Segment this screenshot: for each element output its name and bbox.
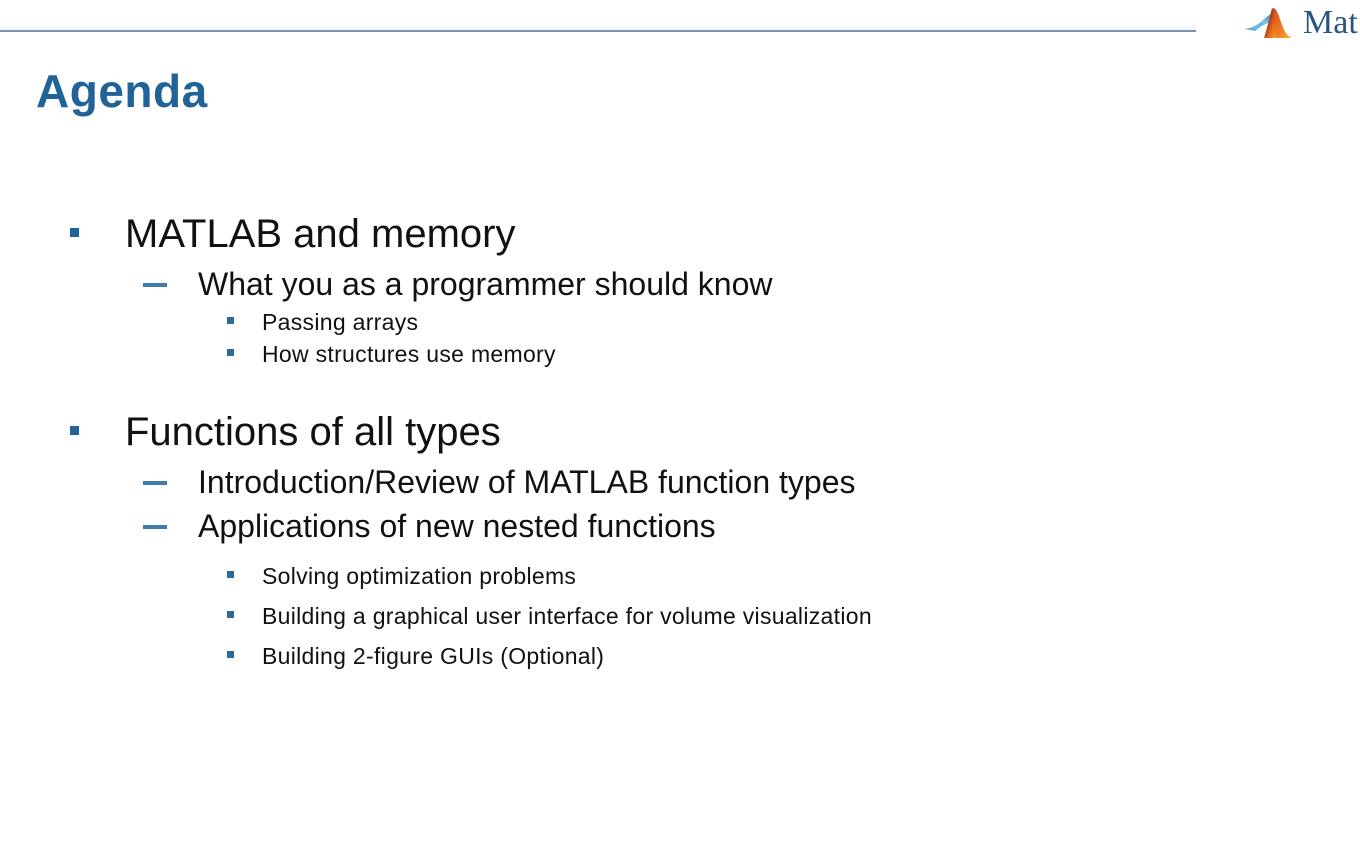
outline-level1-item: Functions of all types — [70, 404, 1360, 460]
outline-level1-label: MATLAB and memory — [125, 212, 516, 256]
outline-level1-label: Functions of all types — [125, 410, 501, 454]
outline-level2-label: Applications of new nested functions — [198, 508, 716, 544]
brand-name-label: Mat — [1303, 4, 1358, 41]
outline-level2-label: Introduction/Review of MATLAB function t… — [198, 464, 856, 500]
square-bullet-icon — [227, 317, 234, 324]
outline-level3-item: Solving optimization problems — [227, 556, 1360, 596]
outline-level3-label: Building 2-figure GUIs (Optional) — [262, 643, 605, 669]
outline-level3-label: How structures use memory — [262, 341, 556, 367]
square-bullet-icon — [227, 571, 234, 578]
header-divider-rule — [0, 30, 1196, 32]
agenda-outline: MATLAB and memory What you as a programm… — [0, 206, 1360, 676]
dash-bullet-icon — [143, 525, 167, 529]
dash-bullet-icon — [143, 481, 167, 485]
outline-level3-item: Building 2-figure GUIs (Optional) — [227, 636, 1360, 676]
outline-level3-label: Solving optimization problems — [262, 563, 577, 589]
outline-level3-item: How structures use memory — [227, 338, 1360, 370]
square-bullet-icon — [70, 426, 79, 435]
square-bullet-icon — [227, 651, 234, 658]
outline-level3-item: Building a graphical user interface for … — [227, 596, 1360, 636]
outline-level1-item: MATLAB and memory — [70, 206, 1360, 262]
dash-bullet-icon — [143, 283, 167, 287]
outline-level2-item: Applications of new nested functions — [143, 504, 1360, 548]
outline-level3-label: Passing arrays — [262, 309, 419, 335]
outline-level2-item: Introduction/Review of MATLAB function t… — [143, 460, 1360, 504]
matlab-membrane-logo-icon — [1243, 5, 1299, 41]
outline-level3-label: Building a graphical user interface for … — [262, 603, 872, 629]
page-title: Agenda — [36, 65, 208, 117]
square-bullet-icon — [70, 228, 79, 237]
square-bullet-icon — [227, 611, 234, 618]
outline-level3-item: Passing arrays — [227, 306, 1360, 338]
square-bullet-icon — [227, 349, 234, 356]
outline-level2-item: What you as a programmer should know — [143, 262, 1360, 306]
matlab-brand: Mat — [1243, 1, 1358, 45]
outline-level2-label: What you as a programmer should know — [198, 266, 773, 302]
presentation-slide: Mat Agenda MATLAB and memory What you as… — [0, 0, 1360, 850]
